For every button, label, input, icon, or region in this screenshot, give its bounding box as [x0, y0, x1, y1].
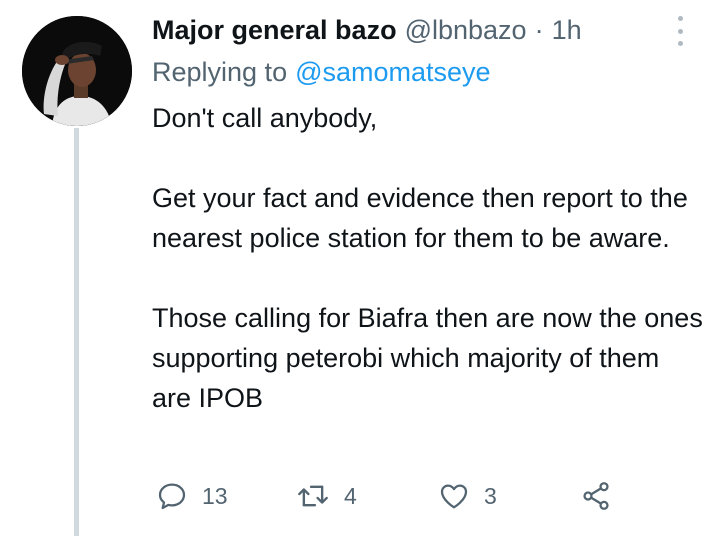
tweet-paragraph: Those calling for Biafra then are now th…	[152, 303, 703, 413]
replying-to-label: Replying to	[152, 56, 288, 87]
retweet-count: 4	[344, 482, 357, 509]
reply-button[interactable]: 13	[156, 476, 228, 516]
more-dot	[677, 16, 683, 21]
tweet-text: Don't call anybody, Get your fact and ev…	[152, 98, 704, 418]
heart-icon	[440, 484, 468, 509]
thread-line	[74, 128, 79, 536]
more-options-icon[interactable]	[672, 16, 688, 46]
tweet[interactable]: Major general bazo @lbnbazo · 1h Replyin…	[0, 0, 712, 536]
like-button[interactable]: 3	[438, 476, 497, 516]
avatar-image	[22, 16, 132, 126]
retweet-icon	[298, 485, 328, 507]
display-name[interactable]: Major general bazo	[152, 15, 397, 46]
replying-to: Replying to @samomatseye	[152, 54, 491, 90]
tweet-actions: 13 4 3	[0, 476, 712, 516]
reply-icon	[158, 483, 186, 510]
avatar[interactable]	[22, 16, 132, 126]
tweet-paragraph: Get your fact and evidence then report t…	[152, 183, 688, 253]
more-dot	[677, 41, 683, 46]
more-dot	[677, 28, 683, 34]
tweet-header: Major general bazo @lbnbazo · 1h	[152, 12, 582, 48]
retweet-button[interactable]: 4	[296, 476, 357, 516]
separator-dot: ·	[534, 14, 544, 45]
reply-count: 13	[202, 482, 228, 509]
mention-link[interactable]: @samomatseye	[295, 57, 490, 88]
share-button[interactable]	[580, 476, 612, 516]
tweet-paragraph: Don't call anybody,	[152, 103, 378, 133]
share-icon	[583, 482, 609, 510]
user-handle[interactable]: @lbnbazo	[405, 15, 527, 46]
tweet-timestamp[interactable]: 1h	[552, 15, 582, 46]
like-count: 3	[484, 482, 497, 509]
